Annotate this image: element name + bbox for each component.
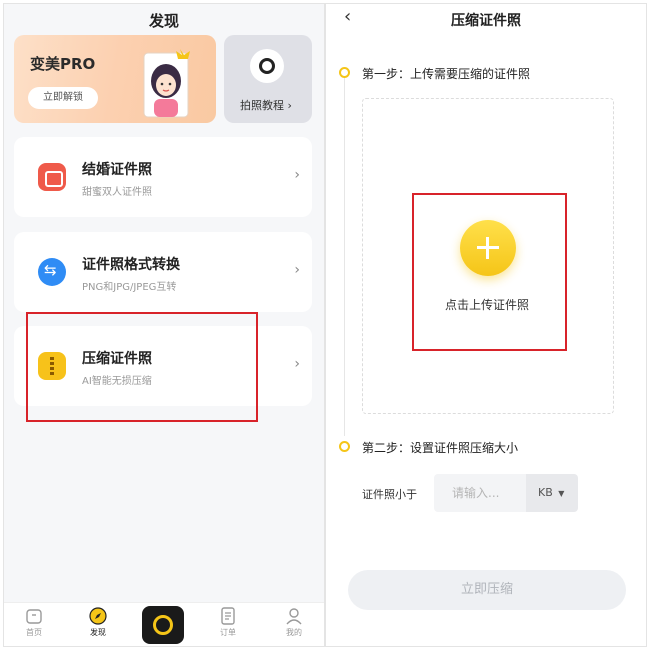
step-2-dot-icon — [339, 441, 350, 452]
portrait-illustration-icon — [143, 49, 190, 118]
page-title: 压缩证件照 — [451, 13, 521, 29]
marriage-photo-icon — [38, 163, 66, 191]
caret-down-icon: ▼ — [558, 489, 565, 498]
size-input[interactable] — [434, 474, 526, 512]
pro-promo-card[interactable]: 变美PRO 立即解锁 — [14, 35, 216, 123]
camera-button[interactable] — [142, 606, 184, 644]
tab-discover-label: 发现 — [90, 628, 106, 637]
profile-icon — [286, 608, 302, 625]
unit-value: KB — [538, 486, 553, 499]
tab-discover[interactable]: 发现 — [78, 607, 118, 638]
discover-screen: 发现 变美PRO 立即解锁 拍照教程 › 结婚证件照 甜蜜双人证件照 › 证件照… — [3, 3, 325, 647]
unlock-now-button[interactable]: 立即解锁 — [28, 87, 98, 109]
tab-mine-label: 我的 — [286, 628, 302, 637]
lens-icon — [250, 49, 284, 83]
feature-title: 证件照格式转换 — [82, 257, 180, 273]
chevron-right-icon: › — [294, 262, 300, 278]
unit-select[interactable]: KB ▼ — [526, 474, 578, 512]
feature-title: 结婚证件照 — [82, 162, 152, 178]
tab-mine[interactable]: 我的 — [274, 607, 314, 638]
compress-photo-screen: ‹ 压缩证件照 第一步：上传需要压缩的证件照 点击上传证件照 第二步：设置证件照… — [325, 3, 647, 647]
tab-orders-label: 订单 — [220, 628, 236, 637]
orders-icon — [221, 607, 235, 625]
photo-tutorial-label: 拍照教程 › — [240, 99, 292, 112]
highlight-box — [26, 312, 258, 422]
tab-home[interactable]: 首页 — [14, 607, 54, 638]
chevron-right-icon: › — [294, 356, 300, 372]
feature-subtitle: 甜蜜双人证件照 — [82, 187, 152, 198]
photo-tutorial-card[interactable]: 拍照教程 › — [224, 35, 312, 123]
feature-card-marriage-photo[interactable]: 结婚证件照 甜蜜双人证件照 › — [14, 137, 312, 217]
tab-orders[interactable]: 订单 — [208, 607, 248, 638]
home-icon — [26, 609, 42, 624]
step-1-text: 第一步：上传需要压缩的证件照 — [362, 67, 531, 81]
page-title: 发现 — [148, 12, 179, 30]
chevron-right-icon: › — [294, 167, 300, 183]
feature-card-format-convert[interactable]: 证件照格式转换 PNG和JPG/JPEG互转 › — [14, 232, 312, 312]
size-limit-label: 证件照小于 — [362, 488, 417, 501]
step-2-text: 第二步：设置证件照压缩大小 — [362, 441, 519, 455]
tab-home-label: 首页 — [26, 628, 42, 637]
highlight-box — [412, 193, 567, 351]
feature-subtitle: PNG和JPG/JPEG互转 — [82, 282, 177, 293]
compress-now-button[interactable]: 立即压缩 — [348, 570, 626, 610]
step-1-dot-icon — [339, 67, 350, 78]
bottom-tab-bar: 首页 发现 订单 我的 — [4, 602, 324, 646]
step-timeline — [344, 76, 345, 436]
compass-icon — [89, 607, 107, 625]
format-convert-icon — [38, 258, 66, 286]
pro-title: 变美PRO — [30, 55, 96, 73]
